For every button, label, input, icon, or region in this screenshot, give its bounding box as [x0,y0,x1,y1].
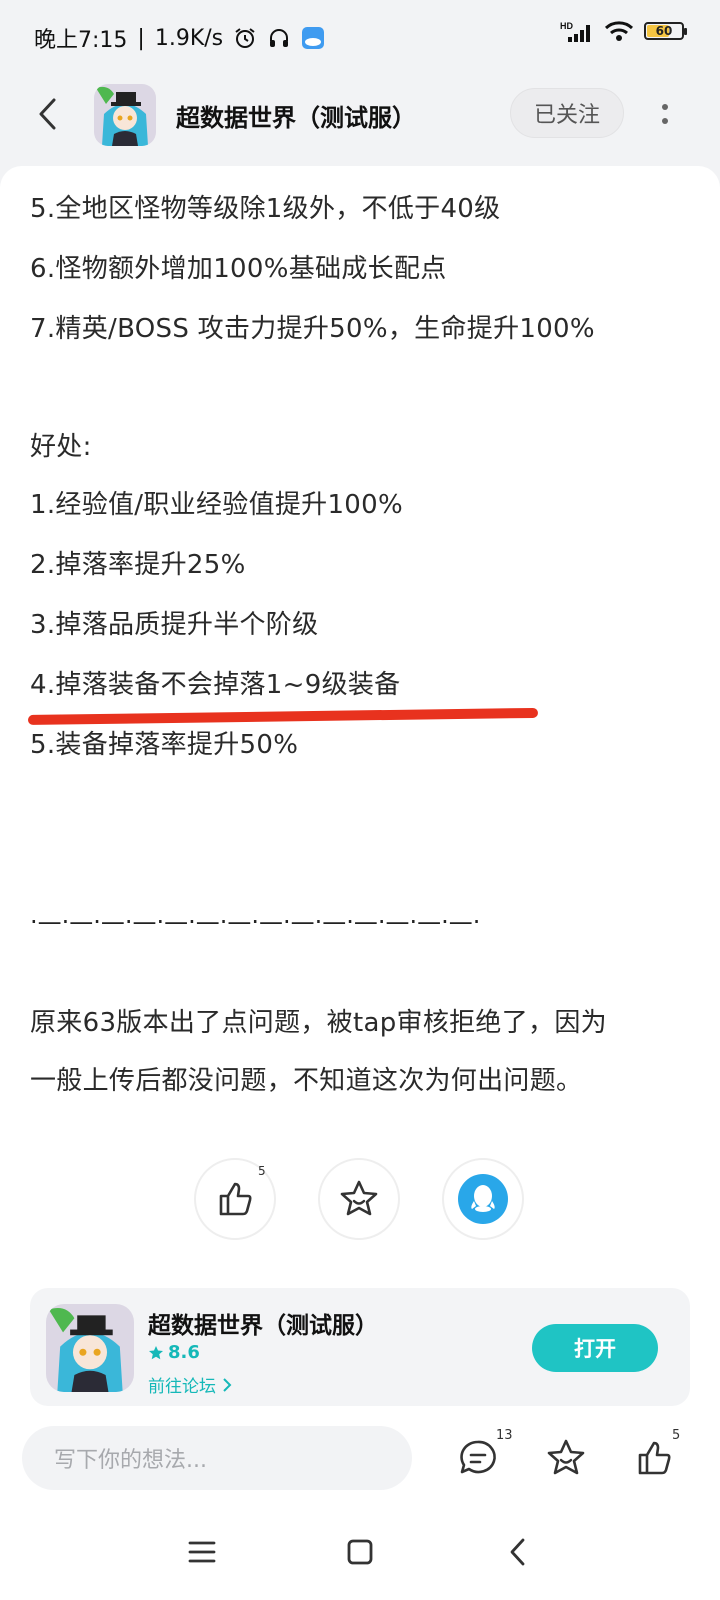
star-icon [340,1180,378,1216]
back-button[interactable] [28,92,68,136]
headphone-icon [267,26,291,50]
system-nav-bar [0,1506,720,1600]
benefit-item: 3.掉落品质提升半个阶级 [30,610,319,640]
star-icon [547,1439,585,1475]
benefit-item: 1.经验值/职业经验值提升100% [30,490,403,520]
chevron-left-icon [39,98,56,130]
forum-link-label: 前往论坛 [148,1377,216,1397]
comment-bar: 写下你的想法... 13 5 [0,1406,720,1506]
status-bar: 晚上7:15 | 1.9K/s HD 60 [0,0,720,72]
qq-icon [458,1174,508,1224]
svg-text:HD: HD [560,21,573,31]
like-bar-count: 5 [672,1428,681,1443]
share-qq-button[interactable] [442,1158,524,1240]
thumbs-up-icon [219,1182,252,1216]
weather-icon [301,26,325,50]
status-right: HD 60 [560,20,687,42]
app-logo-icon [46,1304,134,1392]
status-left: 晚上7:15 | 1.9K/s [34,22,325,54]
comment-count: 13 [496,1428,513,1443]
battery-icon: 60 [644,22,687,40]
benefit-item: 5.装备掉落率提升50% [30,730,299,760]
benefit-item: 4.掉落装备不会掉落1~9级装备 [30,670,401,700]
benefit-item: 2.掉落率提升25% [30,550,246,580]
app-logo-icon [94,84,156,146]
red-underline-mark [27,707,539,725]
status-speed: 1.9K/s [154,25,224,51]
chevron-right-icon [223,1377,232,1392]
comment-button[interactable] [456,1436,500,1480]
battery-level: 60 [655,24,673,38]
text-line: 7.精英/BOSS 攻击力提升50%，生命提升100% [30,314,595,344]
back-triangle-icon [510,1538,525,1566]
paragraph-line: 原来63版本出了点问题，被tap审核拒绝了，因为 [30,1008,607,1038]
follow-button[interactable]: 已关注 [510,88,624,138]
nav-menu-button[interactable] [182,1532,222,1572]
like-bar-button[interactable] [632,1436,676,1480]
nav-back-button[interactable] [498,1532,538,1572]
alarm-icon [233,26,257,50]
favorite-button[interactable] [318,1158,400,1240]
status-sep: | [137,25,145,51]
favorite-bar-button[interactable] [544,1436,588,1480]
more-button[interactable] [650,92,680,136]
page-title: 超数据世界（测试服） [176,104,416,132]
app-card-rating: 8.6 [148,1342,200,1363]
rating-value: 8.6 [168,1342,200,1363]
home-square-icon [347,1539,373,1565]
wifi-icon [604,20,634,42]
app-card-avatar[interactable] [46,1304,134,1392]
paragraph-line: 一般上传后都没问题，不知道这次为何出问题。 [30,1066,583,1096]
open-app-button[interactable]: 打开 [532,1324,658,1372]
more-dot-icon [662,104,668,110]
forum-link[interactable]: 前往论坛 [148,1372,232,1397]
star-filled-icon [149,1345,163,1359]
text-divider: ·—·—·—·—·—·—·—·—·—·—·—·—·—·—· [30,908,481,936]
status-time: 晚上7:15 [34,28,128,53]
app-avatar[interactable] [94,84,156,146]
thumbs-up-icon [638,1441,671,1475]
signal-icon: HD [560,20,594,42]
benefits-heading: 好处: [30,432,92,462]
text-line: 6.怪物额外增加100%基础成长配点 [30,254,447,284]
menu-icon [188,1541,216,1563]
app-card[interactable]: 超数据世界（测试服） 8.6 前往论坛 打开 [30,1288,690,1406]
more-dot-icon [662,118,668,124]
comment-icon [460,1440,496,1474]
app-card-name: 超数据世界（测试服） [148,1313,378,1339]
nav-home-button[interactable] [340,1532,380,1572]
top-header: 超数据世界（测试服） 已关注 [0,72,720,164]
like-count: 5 [258,1164,266,1178]
comment-input[interactable]: 写下你的想法... [22,1426,412,1490]
text-line: 5.全地区怪物等级除1级外，不低于40级 [30,194,501,224]
